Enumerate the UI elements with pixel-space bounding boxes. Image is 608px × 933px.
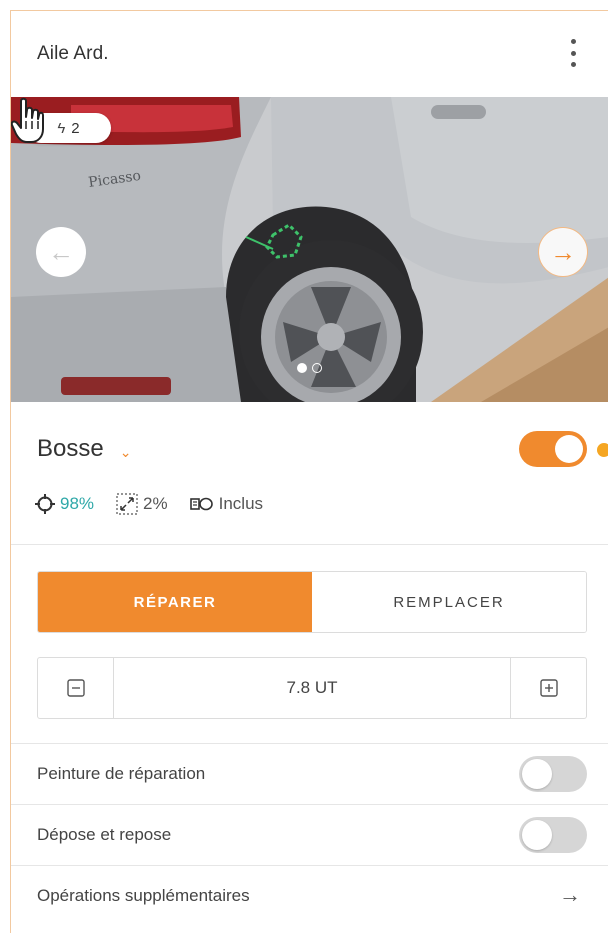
option-label: Peinture de réparation (37, 764, 206, 783)
card-header: Aile Ard. (11, 11, 608, 97)
labor-time-stepper: 7.8 UT (37, 657, 587, 719)
minus-square-icon (66, 679, 85, 697)
arrow-right-icon[interactable]: → (559, 882, 581, 908)
paint-stat: Inclus (189, 494, 264, 514)
crosshair-icon (35, 494, 55, 514)
confidence-stat: 98% (35, 494, 94, 514)
pagination-dot[interactable] (312, 363, 322, 373)
option-label: Dépose et repose (37, 825, 172, 844)
more-options-icon[interactable] (567, 39, 579, 67)
option-row-remove-refit: Dépose et repose (11, 805, 608, 865)
toggle-knob (555, 435, 583, 463)
increment-button[interactable] (510, 658, 586, 718)
plus-square-icon (539, 679, 558, 697)
replace-button[interactable]: REMPLACER (312, 572, 586, 632)
confidence-value: 98% (60, 494, 95, 513)
repair-button[interactable]: RÉPARER (38, 572, 312, 632)
photo-count: 2 (71, 119, 80, 137)
remove-refit-toggle[interactable] (519, 817, 587, 853)
pagination-dot[interactable] (297, 363, 307, 373)
status-indicator-dot (597, 443, 608, 457)
photo-pagination (297, 363, 322, 373)
size-value: 2% (143, 494, 168, 513)
divider (11, 544, 608, 545)
option-label: Opérations supplémentaires (37, 886, 250, 905)
option-row-additional-operations[interactable]: Opérations supplémentaires → (11, 866, 608, 926)
arrow-left-icon: ← (48, 237, 74, 267)
next-photo-button[interactable]: → (538, 227, 588, 277)
paint-value: Inclus (218, 494, 264, 513)
repair-paint-toggle[interactable] (519, 756, 587, 792)
expand-icon (116, 493, 138, 515)
paint-roller-icon (189, 497, 213, 511)
damage-stats: 98% 2% Inclus (35, 493, 285, 515)
damage-type-label: Bosse (37, 435, 104, 462)
card-title: Aile Ard. (37, 43, 109, 64)
previous-photo-button[interactable]: ← (36, 227, 86, 277)
labor-time-value[interactable]: 7.8 UT (114, 658, 510, 718)
damage-enabled-toggle[interactable] (519, 431, 587, 467)
damage-type-row: Bosse ⌄ (37, 435, 131, 463)
arrow-right-icon: → (550, 237, 576, 267)
repair-replace-toggle: RÉPARER REMPLACER (37, 571, 587, 633)
decrement-button[interactable] (38, 658, 114, 718)
car-photo-image: Picasso (11, 97, 608, 402)
toggle-knob (522, 759, 552, 789)
hand-cursor-icon (11, 97, 44, 143)
bolt-icon: ϟ (57, 119, 66, 137)
chevron-down-icon[interactable]: ⌄ (120, 444, 132, 461)
toggle-knob (522, 820, 552, 850)
damage-photo: Picasso ϟ 2 ← → (11, 97, 608, 402)
damage-card: Aile Ard. Picasso ϟ 2 ← → Bosse ⌄ 98% 2%… (10, 10, 608, 933)
option-row-repair-paint: Peinture de réparation (11, 744, 608, 804)
size-stat: 2% (116, 493, 168, 515)
